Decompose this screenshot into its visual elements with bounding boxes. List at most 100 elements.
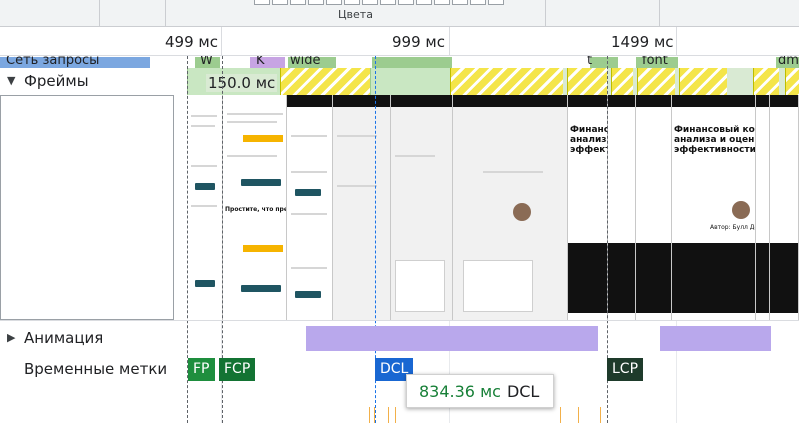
screenshot-thumbnail[interactable] xyxy=(453,95,568,320)
collapse-triangle-icon[interactable]: ▼ xyxy=(7,74,15,87)
screenshot-thumbnail[interactable] xyxy=(187,95,223,320)
tooltip-event-name: DCL xyxy=(506,382,540,401)
screenshot-thumbnail[interactable]: Финансовый контр анализа и оценки эффект… xyxy=(672,95,756,320)
frame-block[interactable] xyxy=(611,68,633,95)
article-heading: Финансовый контр xyxy=(674,125,755,135)
frame-block[interactable] xyxy=(753,68,779,95)
text-line xyxy=(395,155,435,157)
color-swatch[interactable] xyxy=(254,0,270,5)
frame-block[interactable] xyxy=(370,68,450,95)
screenshot-thumbnail[interactable] xyxy=(391,95,453,320)
toolbar-separator xyxy=(165,0,166,27)
color-swatch[interactable] xyxy=(308,0,324,5)
dark-banner xyxy=(568,243,607,313)
network-bar-text: font xyxy=(642,56,668,68)
login-button-shape xyxy=(241,179,281,186)
dark-banner xyxy=(672,243,755,313)
button-shape xyxy=(195,280,215,287)
color-swatch[interactable] xyxy=(452,0,468,5)
animation-bar[interactable] xyxy=(660,326,771,351)
text-line xyxy=(227,121,277,123)
frame-duration-label: 150.0 мс xyxy=(206,74,278,92)
button-shape xyxy=(195,183,215,190)
color-swatch[interactable] xyxy=(272,0,288,5)
animation-track-title: Анимация xyxy=(24,329,104,347)
network-track-label: Сеть запросы xyxy=(6,56,100,68)
dialog-shape xyxy=(395,260,445,312)
network-bar-text: K xyxy=(256,56,265,68)
text-line xyxy=(191,165,217,167)
color-swatch[interactable] xyxy=(416,0,432,5)
screenshot-thumbnail[interactable]: Финансовый анализа и эффективн xyxy=(568,95,608,320)
lcp-badge[interactable]: LCP xyxy=(607,358,644,381)
text-line xyxy=(291,171,327,173)
article-heading: анализа и xyxy=(570,135,607,145)
article-heading: эффективн xyxy=(570,145,607,155)
screenshot-thumbnail[interactable] xyxy=(608,95,636,320)
page-header-bar xyxy=(333,95,390,107)
color-swatch[interactable] xyxy=(344,0,360,5)
page-header-bar xyxy=(608,95,635,107)
page-header-bar xyxy=(453,95,567,107)
toolbar-separator xyxy=(545,0,546,27)
article-heading: Финансовый xyxy=(570,125,607,135)
avatar xyxy=(732,201,750,219)
network-bar-text: wide xyxy=(290,56,321,68)
expand-triangle-icon[interactable]: ▶ xyxy=(7,331,15,344)
color-swatch[interactable] xyxy=(398,0,414,5)
frames-strip[interactable] xyxy=(187,68,799,95)
color-swatch[interactable] xyxy=(488,0,504,5)
frame-block[interactable] xyxy=(450,68,563,95)
frame-block[interactable] xyxy=(785,68,799,95)
screenshot-thumbnail[interactable] xyxy=(333,95,391,320)
toolbar-separator xyxy=(99,0,100,27)
activity-tick xyxy=(395,407,396,423)
animation-bar[interactable] xyxy=(306,326,598,351)
promo-title: Простите, что прерываем Вас... xyxy=(225,206,286,213)
page-header-bar xyxy=(391,95,452,107)
text-line xyxy=(227,113,283,115)
page-header-bar xyxy=(636,95,671,107)
screenshot-thumbnail[interactable] xyxy=(770,95,799,320)
frames-sidebar-box xyxy=(0,95,174,320)
color-swatch[interactable] xyxy=(434,0,450,5)
screenshot-thumbnail[interactable] xyxy=(756,95,770,320)
toolbar-separator xyxy=(659,0,660,27)
tooltip-time: 834.36 мс xyxy=(419,382,501,401)
ruler-label: 999 мс xyxy=(392,33,445,51)
text-line xyxy=(191,125,215,127)
dark-banner xyxy=(608,243,635,313)
color-swatch[interactable] xyxy=(470,0,486,5)
page-header-bar xyxy=(770,95,798,107)
color-swatch[interactable] xyxy=(326,0,342,5)
screenshots-filmstrip[interactable]: Простите, что прерываем Вас... Финансовы… xyxy=(187,95,799,320)
ruler-tick xyxy=(449,27,450,56)
network-bar[interactable] xyxy=(590,57,618,68)
animation-track[interactable]: ▶ Анимация xyxy=(0,320,799,353)
network-bar-text: W xyxy=(200,56,213,68)
screenshot-thumbnail[interactable]: Простите, что прерываем Вас... xyxy=(223,95,287,320)
frame-block[interactable] xyxy=(637,68,675,95)
screenshot-thumbnail[interactable] xyxy=(636,95,672,320)
fcp-badge[interactable]: FCP xyxy=(219,358,256,381)
frame-block[interactable] xyxy=(280,68,370,95)
page-header-bar xyxy=(756,95,769,107)
activity-tick xyxy=(560,407,561,423)
frame-block[interactable] xyxy=(679,68,727,95)
time-ruler: 499 мс 999 мс 1499 мс xyxy=(0,27,799,56)
text-line xyxy=(191,115,217,117)
frame-block[interactable] xyxy=(567,68,607,95)
register-button-shape xyxy=(243,135,283,142)
timings-track[interactable]: Временные метки FP FCP DCL LCP xyxy=(0,353,799,423)
color-swatch[interactable] xyxy=(362,0,378,5)
screenshot-thumbnail[interactable] xyxy=(287,95,333,320)
fp-badge[interactable]: FP xyxy=(188,358,215,381)
color-swatch[interactable] xyxy=(290,0,306,5)
activity-tick xyxy=(388,407,389,423)
article-heading: эффективности xyxy=(674,145,756,155)
network-track[interactable]: Сеть запросы W K wide t font dm xyxy=(0,56,799,68)
network-bar[interactable] xyxy=(372,57,452,68)
color-swatch[interactable] xyxy=(380,0,396,5)
activity-tick xyxy=(578,407,579,423)
network-bar-text: t xyxy=(587,56,593,68)
